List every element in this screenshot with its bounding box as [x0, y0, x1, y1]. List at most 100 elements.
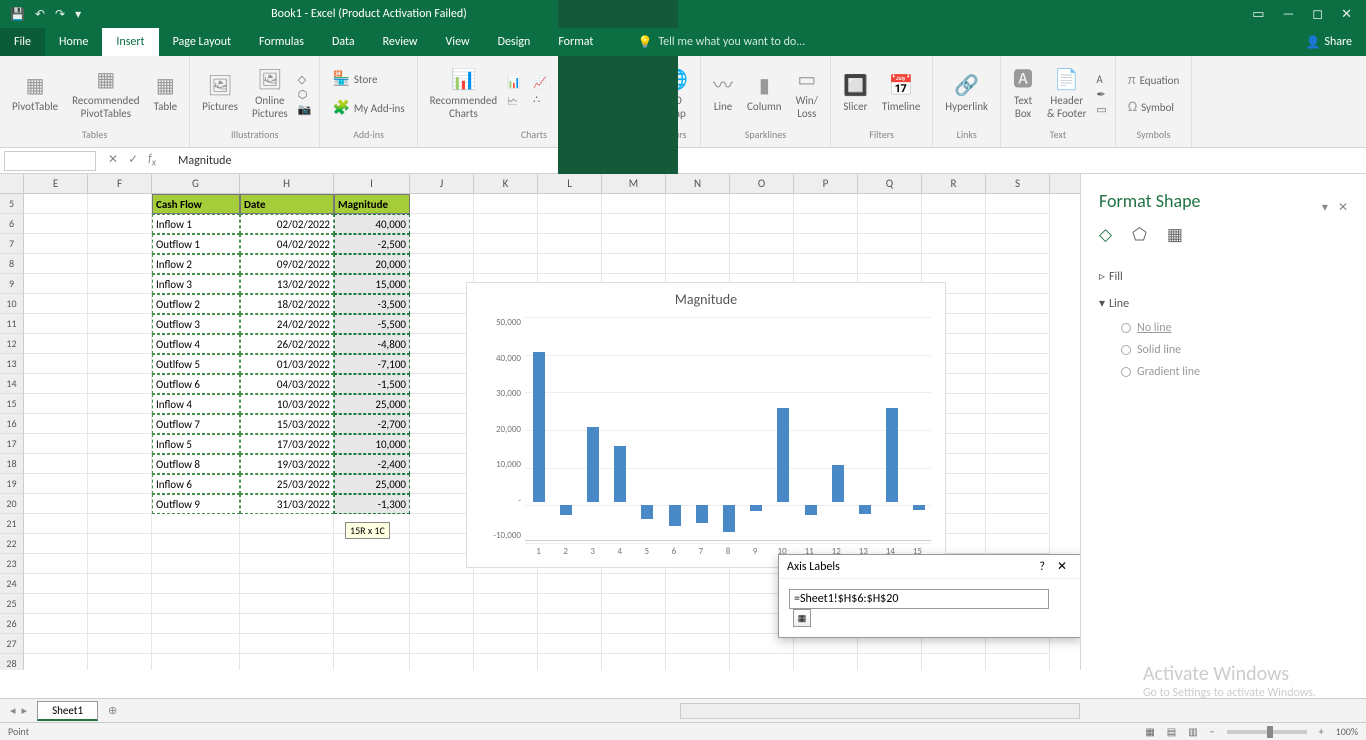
dialog-help-icon[interactable]: ?	[1033, 560, 1051, 574]
scatter-chart-icon[interactable]: ∴	[533, 93, 555, 112]
column-header[interactable]: K	[474, 174, 538, 193]
name-box[interactable]	[4, 151, 96, 171]
cell[interactable]	[88, 514, 152, 534]
cell[interactable]	[410, 454, 474, 474]
cell[interactable]: Outflow 2	[152, 294, 240, 314]
cell[interactable]	[986, 654, 1050, 670]
horizontal-scrollbar[interactable]	[680, 703, 1080, 719]
cell[interactable]	[474, 214, 538, 234]
cell[interactable]	[730, 654, 794, 670]
cell[interactable]	[794, 194, 858, 214]
signature-icon[interactable]: ✒	[1096, 88, 1106, 101]
cell[interactable]	[334, 594, 410, 614]
cell[interactable]	[410, 554, 474, 574]
dialog-close-icon[interactable]: ✕	[1051, 559, 1073, 574]
chart-bar[interactable]	[696, 505, 708, 523]
cell[interactable]	[666, 234, 730, 254]
cell[interactable]	[858, 194, 922, 214]
rec-pivot-button[interactable]: ▦Recommended PivotTables	[68, 66, 143, 122]
cell[interactable]	[334, 634, 410, 654]
minimize-icon[interactable]: —	[1283, 7, 1295, 22]
tab-data[interactable]: Data	[318, 28, 369, 56]
row-header[interactable]: 26	[0, 614, 24, 634]
cell[interactable]	[240, 594, 334, 614]
cell[interactable]	[334, 554, 410, 574]
cell[interactable]	[986, 274, 1050, 294]
row-header[interactable]: 28	[0, 654, 24, 670]
row-header[interactable]: 11	[0, 314, 24, 334]
cell[interactable]	[152, 614, 240, 634]
undo-icon[interactable]: ↶	[35, 7, 45, 22]
page-break-view-icon[interactable]: ▥	[1188, 725, 1197, 738]
cell[interactable]	[88, 334, 152, 354]
chart-bar[interactable]	[641, 505, 653, 518]
cell[interactable]	[240, 514, 334, 534]
row-header[interactable]: 13	[0, 354, 24, 374]
cell[interactable]	[24, 454, 88, 474]
column-header[interactable]: H	[240, 174, 334, 193]
cell[interactable]	[922, 194, 986, 214]
cell[interactable]	[794, 254, 858, 274]
timeline-button[interactable]: 📅Timeline	[878, 72, 924, 115]
cell[interactable]	[410, 474, 474, 494]
cell[interactable]	[410, 514, 474, 534]
column-header[interactable]: L	[538, 174, 602, 193]
cell[interactable]	[474, 574, 538, 594]
cell[interactable]	[538, 654, 602, 670]
row-header[interactable]: 19	[0, 474, 24, 494]
cell[interactable]	[986, 514, 1050, 534]
chart-bar[interactable]	[913, 505, 925, 510]
cell[interactable]	[474, 634, 538, 654]
my-addins-button[interactable]: 🧩My Add-ins	[328, 98, 408, 119]
cell[interactable]	[88, 594, 152, 614]
cell[interactable]: 24/02/2022	[240, 314, 334, 334]
tab-view[interactable]: View	[432, 28, 484, 56]
tab-home[interactable]: Home	[45, 28, 102, 56]
line-chart-icon[interactable]: 📈	[533, 76, 555, 89]
chart-bar[interactable]	[777, 408, 789, 502]
cell[interactable]	[240, 634, 334, 654]
cell[interactable]	[24, 214, 88, 234]
chart-bar[interactable]	[560, 505, 572, 514]
bar-chart-icon[interactable]: 📊	[507, 76, 529, 89]
cell[interactable]: 17/03/2022	[240, 434, 334, 454]
row-header[interactable]: 10	[0, 294, 24, 314]
row-header[interactable]: 12	[0, 334, 24, 354]
page-layout-view-icon[interactable]: ▤	[1167, 725, 1176, 738]
column-header[interactable]: Q	[858, 174, 922, 193]
cell[interactable]	[88, 554, 152, 574]
cell[interactable]	[410, 354, 474, 374]
cell[interactable]: Inflow 4	[152, 394, 240, 414]
cell[interactable]	[538, 194, 602, 214]
add-sheet-button[interactable]: ⊕	[98, 704, 127, 717]
cell[interactable]	[602, 194, 666, 214]
cell[interactable]: Outflow 8	[152, 454, 240, 474]
row-header[interactable]: 22	[0, 534, 24, 554]
cell[interactable]: Outflow 6	[152, 374, 240, 394]
tab-review[interactable]: Review	[369, 28, 432, 56]
store-button[interactable]: 🏪Store	[328, 69, 381, 90]
cell[interactable]: 13/02/2022	[240, 274, 334, 294]
row-header[interactable]: 17	[0, 434, 24, 454]
cell[interactable]	[88, 574, 152, 594]
cell[interactable]	[730, 214, 794, 234]
cell[interactable]	[410, 654, 474, 670]
column-header[interactable]: P	[794, 174, 858, 193]
cell[interactable]	[410, 214, 474, 234]
fill-line-tab-icon[interactable]: ◇	[1099, 224, 1112, 245]
cell[interactable]	[410, 594, 474, 614]
cell[interactable]	[88, 254, 152, 274]
online-pictures-button[interactable]: 🖼Online Pictures	[248, 66, 292, 122]
tab-format[interactable]: Format	[544, 28, 607, 56]
cell[interactable]	[986, 194, 1050, 214]
cell[interactable]	[986, 374, 1050, 394]
save-icon[interactable]: 💾	[10, 7, 25, 22]
cell[interactable]	[730, 194, 794, 214]
qat-dropdown-icon[interactable]: ▾	[75, 7, 81, 22]
cell[interactable]	[24, 194, 88, 214]
cell[interactable]	[474, 234, 538, 254]
cell[interactable]	[24, 594, 88, 614]
cell[interactable]	[24, 234, 88, 254]
cell[interactable]	[986, 534, 1050, 554]
cell[interactable]	[88, 214, 152, 234]
